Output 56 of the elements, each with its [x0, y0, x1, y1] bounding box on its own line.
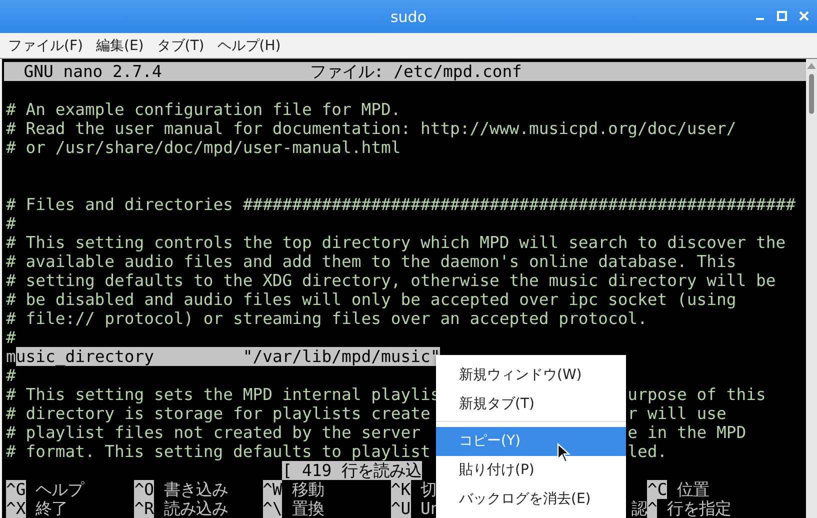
comment-line: # available audio files and add them to the daemon's online database. This: [6, 252, 736, 271]
shortcut-key: ^U: [390, 499, 411, 518]
comment-line: #: [6, 328, 16, 347]
shortcut-key: ^R: [134, 499, 154, 518]
comment-line: # setting defaults to the XDG directory, otherwise the music directory will be: [6, 271, 776, 290]
comment-line: # This setting controls the top directory which MPD will search to discover the: [6, 233, 786, 252]
comment-line: #: [6, 214, 16, 233]
shortcut-label: 書き込み: [164, 480, 228, 499]
close-icon[interactable]: [799, 11, 809, 21]
shortcut-label: 認: [631, 499, 648, 518]
shortcut-label: 位置: [677, 480, 710, 499]
file-name: ファイル: /etc/mpd.conf: [310, 62, 522, 81]
shortcut-label: 読み込み: [164, 499, 228, 518]
comment-line: e in the MPD: [628, 423, 746, 442]
status-message: [ 419 行を読み込: [282, 461, 422, 480]
comment-line: # Files and directories ########################################################: [6, 195, 796, 214]
shortcut-key: ^: [647, 499, 658, 518]
comment-line: # An example configuration file for MPD.: [6, 100, 401, 119]
comment-line: # format. This setting defaults to playlist: [6, 442, 430, 461]
comment-line: r will use: [628, 404, 726, 423]
shortcut-label: 終了: [36, 499, 68, 518]
maximize-icon[interactable]: [777, 11, 787, 21]
shortcut-label: 置換: [292, 499, 324, 518]
comment-line: led.: [628, 442, 668, 461]
mouse-pointer-icon: [557, 443, 571, 463]
shortcut-key: ^C: [647, 480, 668, 499]
shortcut-key: ^W: [262, 480, 282, 499]
comment-line: # or /usr/share/doc/mpd/user-manual.html: [6, 138, 401, 157]
shortcut-label: 行を指定: [667, 499, 732, 518]
scrollbar[interactable]: [806, 59, 817, 518]
context-menu-item[interactable]: 貼り付け(P): [436, 456, 626, 485]
shortcut-key: ^G: [6, 480, 26, 499]
shortcut-label: 移動: [292, 480, 324, 499]
shortcut-key: ^\: [262, 499, 282, 518]
comment-line: # file:// protocol) or streaming files over an accepted protocol.: [6, 309, 648, 328]
window-title: sudo: [390, 8, 427, 26]
shortcut-label: 切: [420, 480, 436, 499]
comment-line: # be disabled and audio files will only be accepted over ipc socket (using: [6, 290, 736, 309]
nano-version: GNU nano 2.7.4: [24, 62, 163, 81]
shortcut-key: ^O: [134, 480, 154, 499]
menu-item[interactable]: タブ(T): [156, 36, 204, 54]
scroll-up-icon[interactable]: [807, 63, 816, 69]
scrollbar-thumb[interactable]: [809, 74, 814, 114]
menu-item[interactable]: ヘルプ(H): [217, 36, 281, 54]
context-menu-item[interactable]: 新規タブ(T): [436, 390, 626, 419]
comment-line: # playlist files not created by the server: [6, 423, 420, 442]
shortcut-label: ヘルプ: [36, 480, 84, 499]
menu-item[interactable]: 編集(E): [96, 36, 144, 54]
comment-line: #: [6, 366, 16, 385]
context-menu-item[interactable]: バックログを消去(E): [436, 485, 626, 514]
menu-item[interactable]: ファイル(F): [8, 36, 83, 54]
shortcut-key: ^X: [6, 499, 26, 518]
shortcut-key: ^K: [390, 480, 411, 499]
comment-line: # Read the user manual for documentation: http://www.musicpd.org/doc/user/: [6, 119, 736, 138]
comment-line: # directory is storage for playlists create: [6, 404, 430, 423]
comment-line: urpose of this: [628, 385, 766, 404]
